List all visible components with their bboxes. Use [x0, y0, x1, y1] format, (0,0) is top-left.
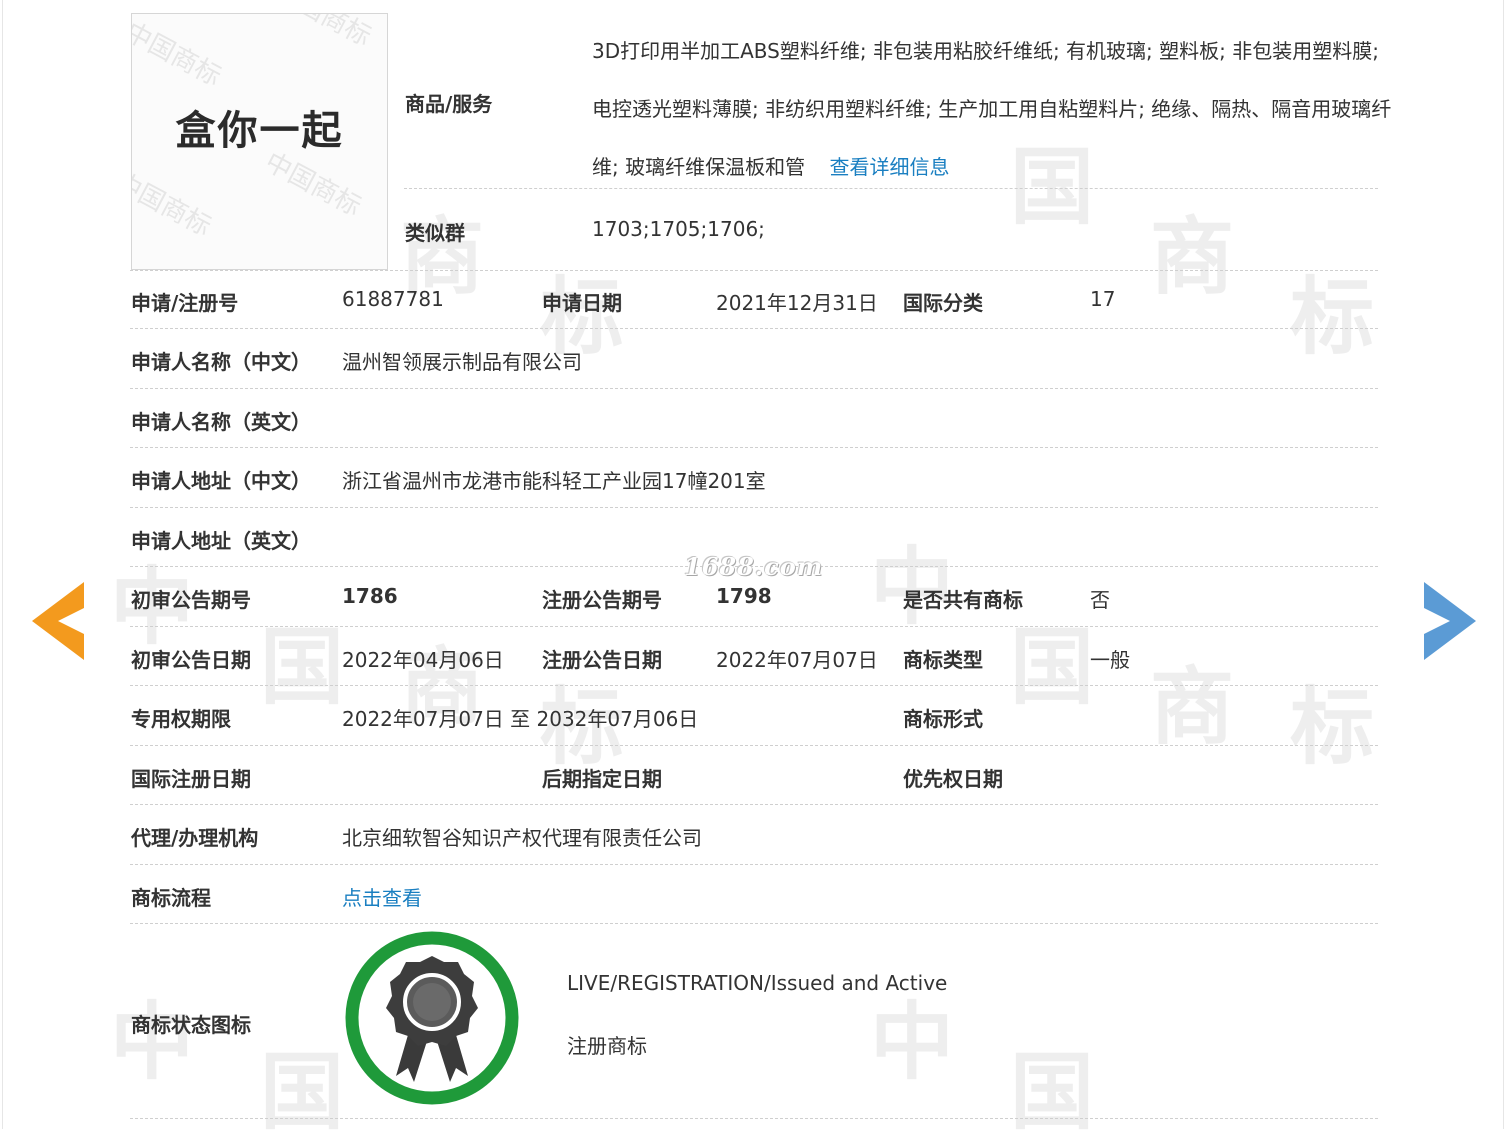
apply-date-value: 2021年12月31日 — [716, 291, 878, 315]
reg-pub-date-value: 2022年07月07日 — [716, 648, 878, 672]
goods-label: 商品/服务 — [405, 92, 493, 116]
tm-form-label: 商标形式 — [903, 707, 983, 731]
divider — [404, 188, 1378, 189]
intl-class-value: 17 — [1090, 287, 1116, 311]
divider — [130, 923, 1378, 924]
trademark-text: 盒你一起 — [175, 108, 344, 154]
divider — [130, 388, 1378, 389]
exclusive-value: 2022年07月07日 至 2032年07月06日 — [342, 707, 699, 731]
divider — [130, 804, 1378, 805]
applicant-cn-value: 温州智领展示制品有限公司 — [342, 350, 582, 374]
chevron-left-icon[interactable] — [32, 582, 84, 660]
site-watermark: 1688.com — [684, 552, 824, 581]
chevron-right-icon[interactable] — [1424, 582, 1476, 660]
shared-label: 是否共有商标 — [903, 588, 1023, 612]
divider — [130, 864, 1378, 865]
prelim-no-label: 初审公告期号 — [131, 588, 251, 612]
shared-value: 否 — [1090, 588, 1110, 612]
similar-group-label: 类似群 — [405, 221, 465, 245]
agency-value: 北京细软智谷知识产权代理有限责任公司 — [342, 826, 702, 850]
divider — [130, 745, 1378, 746]
tm-type-label: 商标类型 — [903, 648, 983, 672]
divider — [130, 328, 1378, 329]
reg-pub-no-value: 1798 — [716, 584, 772, 608]
trademark-image: 中国商标 中国商标 中国商标 中国商标 盒你一起 — [131, 13, 388, 270]
intl-reg-date-label: 国际注册日期 — [131, 767, 251, 791]
similar-group-value: 1703;1705;1706; — [592, 217, 765, 241]
status-en: LIVE/REGISTRATION/Issued and Active — [567, 971, 948, 995]
goods-text: 3D打印用半加工ABS塑料纤维; 非包装用粘胶纤维纸; 有机玻璃; 塑料板; 非… — [592, 39, 1392, 179]
later-date-label: 后期指定日期 — [542, 767, 662, 791]
apply-date-label: 申请日期 — [542, 291, 622, 315]
address-cn-label: 申请人地址（中文） — [131, 469, 311, 493]
divider — [130, 1118, 1378, 1119]
reg-pub-no-label: 注册公告期号 — [542, 588, 662, 612]
prelim-date-value: 2022年04月06日 — [342, 648, 504, 672]
process-label: 商标流程 — [131, 886, 211, 910]
tm-type-value: 一般 — [1090, 648, 1130, 672]
process-link[interactable]: 点击查看 — [342, 882, 422, 911]
address-en-label: 申请人地址（英文） — [131, 529, 311, 553]
agency-label: 代理/办理机构 — [131, 826, 259, 850]
goods-detail-link[interactable]: 查看详细信息 — [829, 155, 949, 179]
right-border — [1503, 0, 1504, 1129]
divider — [130, 685, 1378, 686]
applicant-en-label: 申请人名称（英文） — [131, 410, 311, 434]
award-ribbon-icon — [345, 931, 519, 1105]
left-border — [2, 0, 3, 1129]
goods-value: 3D打印用半加工ABS塑料纤维; 非包装用粘胶纤维纸; 有机玻璃; 塑料板; 非… — [592, 22, 1392, 196]
status-cn: 注册商标 — [567, 1034, 647, 1058]
intl-class-label: 国际分类 — [903, 291, 983, 315]
divider — [130, 507, 1378, 508]
exclusive-label: 专用权期限 — [131, 707, 231, 731]
reg-no-label: 申请/注册号 — [131, 291, 239, 315]
address-cn-value: 浙江省温州市龙港市能科轻工产业园17幢201室 — [342, 469, 766, 493]
status-icon-label: 商标状态图标 — [131, 1013, 251, 1037]
reg-pub-date-label: 注册公告日期 — [542, 648, 662, 672]
divider — [130, 626, 1378, 627]
priority-date-label: 优先权日期 — [903, 767, 1003, 791]
prelim-date-label: 初审公告日期 — [131, 648, 251, 672]
applicant-cn-label: 申请人名称（中文） — [131, 350, 311, 374]
divider — [130, 270, 1378, 271]
prelim-no-value: 1786 — [342, 584, 398, 608]
reg-no-value: 61887781 — [342, 287, 444, 311]
divider — [130, 447, 1378, 448]
